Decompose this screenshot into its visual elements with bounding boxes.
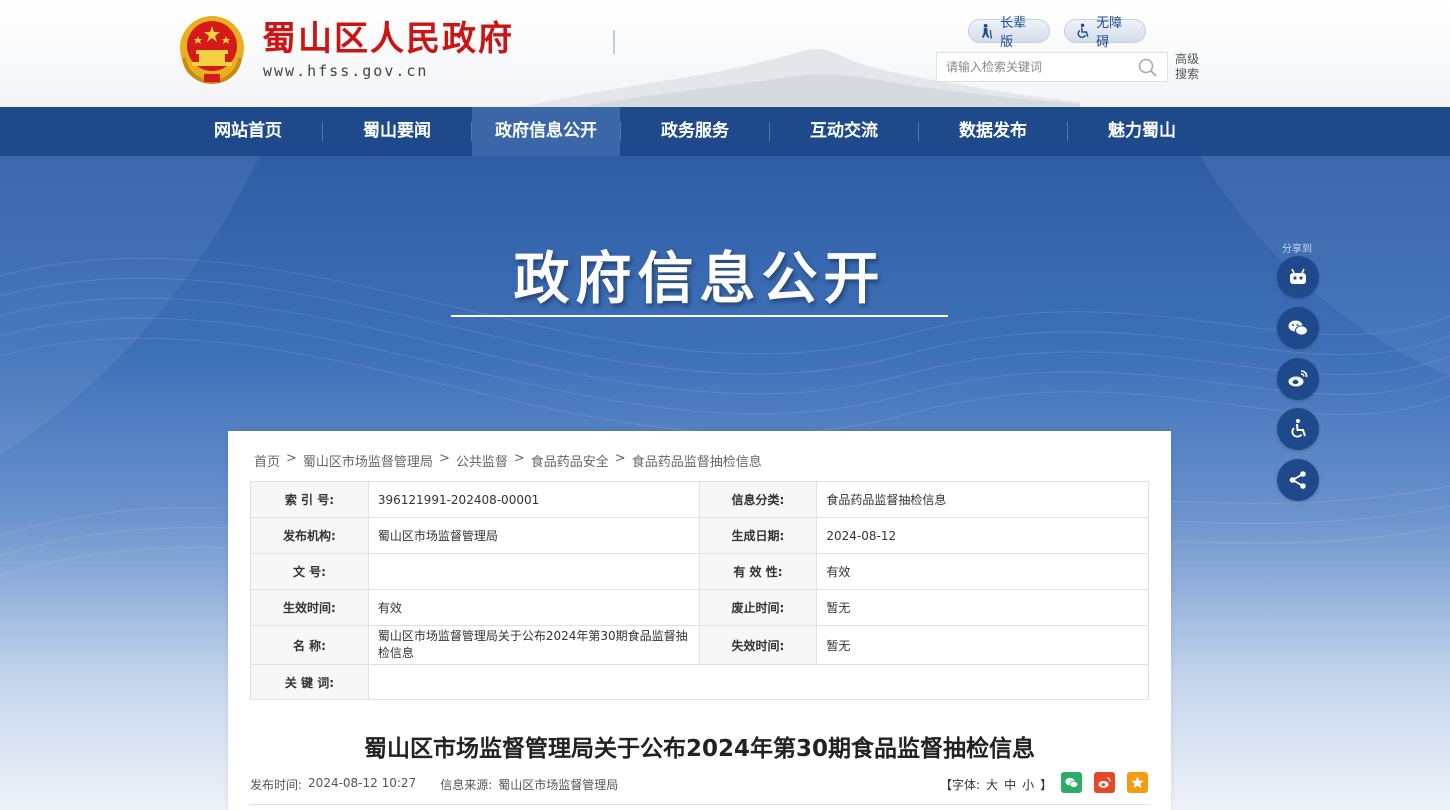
meta-label: 失效时间: (698, 625, 818, 665)
breadcrumb-separator: > (513, 451, 525, 466)
breadcrumb-supervision[interactable]: 公共监督 (456, 451, 508, 470)
breadcrumb-separator: > (614, 451, 626, 466)
wheelchair-icon (1077, 23, 1089, 38)
table-row: 文 号: 有 效 性: 有效 (250, 553, 1149, 590)
font-size-bracket: 】 (1040, 778, 1053, 792)
elder-icon (981, 23, 992, 39)
share-button[interactable] (1277, 459, 1319, 501)
favorite-button[interactable] (1127, 772, 1148, 793)
banner-underline (451, 315, 948, 317)
document-meta-table: 索 引 号: 396121991-202408-00001 信息分类: 食品药品… (250, 481, 1150, 700)
national-emblem-icon (180, 16, 244, 84)
meta-label: 文 号: (250, 553, 369, 590)
meta-value: 暂无 (816, 625, 1149, 665)
source-label: 信息来源: (440, 778, 493, 792)
breadcrumb-bureau[interactable]: 蜀山区市场监督管理局 (303, 451, 433, 470)
table-row: 关 键 词: (250, 664, 1150, 700)
meta-label: 有 效 性: (698, 553, 818, 590)
advanced-search-link[interactable]: 高级搜索 (1175, 52, 1203, 82)
table-row: 发布机构: 蜀山区市场监督管理局 生成日期: 2024-08-12 (250, 517, 1149, 554)
banner-title: 政府信息公开 (513, 247, 886, 312)
meta-value: 食品药品监督抽检信息 (816, 481, 1149, 518)
accessibility-side-button[interactable] (1277, 408, 1319, 450)
content-panel: 首页 > 蜀山区市场监督管理局 > 公共监督 > 食品药品安全 > 食品药品监督… (228, 431, 1171, 810)
font-size-label: 【字体: (940, 778, 981, 792)
meta-value: 蜀山区市场监督管理局 (367, 517, 700, 554)
robot-button[interactable] (1277, 256, 1319, 298)
wechat-icon (1288, 320, 1308, 336)
meta-label: 发布机构: (250, 517, 369, 554)
wechat-button[interactable] (1277, 307, 1319, 349)
divider (250, 804, 1149, 805)
search-input[interactable] (937, 53, 1132, 81)
font-size-small[interactable]: 小 (1022, 776, 1034, 793)
star-icon (1131, 776, 1144, 789)
elder-mode-label: 长辈版 (1000, 16, 1027, 50)
meta-label: 名 称: (250, 625, 369, 665)
table-row: 索 引 号: 396121991-202408-00001 信息分类: 食品药品… (250, 481, 1149, 518)
meta-label: 关 键 词: (250, 664, 369, 700)
nav-item-data[interactable]: 数据发布 (919, 107, 1067, 156)
breadcrumb-home[interactable]: 首页 (254, 451, 280, 470)
source-value: 蜀山区市场监督管理局 (498, 778, 619, 792)
table-row: 生效时间: 有效 废止时间: 暂无 (250, 589, 1149, 626)
accessibility-label: 无障碍 (1096, 16, 1123, 50)
nav-item-services[interactable]: 政务服务 (621, 107, 769, 156)
search-icon[interactable] (1137, 57, 1159, 79)
site-header: 蜀山区人民政府 www.hfss.gov.cn 长辈版 无障碍 高级搜索 (0, 0, 1450, 107)
breadcrumb-separator: > (286, 451, 297, 466)
font-size-control: 【字体: 大 中 小 】 (940, 776, 1052, 793)
meta-value: 暂无 (816, 589, 1149, 626)
breadcrumb-separator: > (438, 451, 450, 466)
share-icon (1289, 471, 1306, 489)
meta-value: 有效 (816, 553, 1149, 590)
accessibility-button[interactable]: 无障碍 (1064, 16, 1146, 50)
search-box (936, 52, 1168, 82)
accessibility-icon (1291, 419, 1306, 438)
meta-value: 有效 (367, 589, 700, 626)
meta-value (367, 553, 700, 590)
meta-value: 396121991-202408-00001 (367, 481, 700, 518)
publish-time-label: 发布时间: (250, 778, 303, 792)
publish-time: 2024-08-12 10:27 (308, 776, 417, 790)
breadcrumb-current[interactable]: 食品药品监督抽检信息 (632, 451, 762, 470)
font-size-medium[interactable]: 中 (1004, 776, 1016, 793)
meta-label: 索 引 号: (250, 481, 369, 518)
breadcrumb: 首页 > 蜀山区市场监督管理局 > 公共监督 > 食品药品安全 > 食品药品监督… (254, 451, 762, 470)
nav-item-charm[interactable]: 魅力蜀山 (1068, 107, 1216, 156)
share-wechat-button[interactable] (1061, 772, 1082, 793)
nav-item-interaction[interactable]: 互动交流 (770, 107, 918, 156)
meta-label: 生效时间: (250, 589, 369, 626)
meta-value (367, 664, 1150, 700)
main-nav: 网站首页 蜀山要闻 政府信息公开 政务服务 互动交流 数据发布 魅力蜀山 (0, 107, 1450, 156)
elder-mode-button[interactable]: 长辈版 (968, 16, 1050, 50)
meta-value: 2024-08-12 (816, 517, 1149, 554)
meta-label: 信息分类: (698, 481, 818, 518)
meta-label: 废止时间: (698, 589, 818, 626)
weibo-button[interactable] (1277, 358, 1319, 400)
nav-item-gov-info[interactable]: 政府信息公开 (472, 107, 620, 156)
nav-item-home[interactable]: 网站首页 (174, 107, 322, 156)
weibo-icon (1098, 777, 1111, 788)
nav-item-news[interactable]: 蜀山要闻 (323, 107, 471, 156)
font-size-large[interactable]: 大 (986, 776, 998, 793)
site-url: www.hfss.gov.cn (263, 62, 429, 80)
breadcrumb-food-safety[interactable]: 食品药品安全 (531, 451, 609, 470)
meta-label: 生成日期: (698, 517, 818, 554)
document-info: 发布时间: 2024-08-12 10:27 信息来源: 蜀山区市场监督管理局 (250, 776, 618, 793)
wechat-icon (1065, 777, 1079, 788)
share-label: 分享到 (1282, 244, 1312, 255)
document-title: 蜀山区市场监督管理局关于公布2024年第30期食品监督抽检信息 (363, 736, 1036, 762)
weibo-icon (1288, 370, 1308, 387)
meta-value: 蜀山区市场监督管理局关于公布2024年第30期食品监督抽检信息 (367, 625, 700, 665)
site-name[interactable]: 蜀山区人民政府 (262, 18, 514, 60)
share-weibo-button[interactable] (1094, 772, 1115, 793)
robot-icon (1290, 268, 1306, 284)
table-row: 名 称: 蜀山区市场监督管理局关于公布2024年第30期食品监督抽检信息 失效时… (250, 625, 1149, 665)
